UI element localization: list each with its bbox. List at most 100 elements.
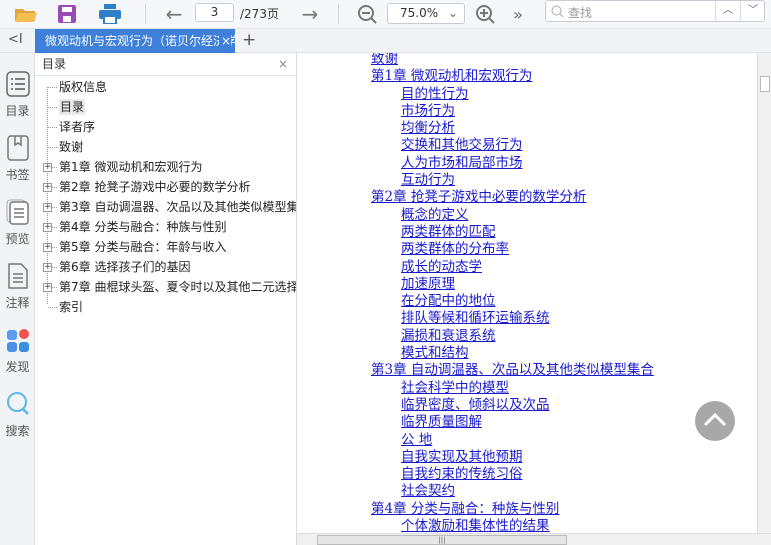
rail-item-notes[interactable]: 注释 — [0, 263, 35, 311]
section-link[interactable]: 模式和结构 — [371, 345, 654, 362]
search-next-button[interactable]: ﹀ — [740, 1, 765, 21]
zoom-out-icon[interactable] — [355, 2, 379, 26]
close-toc-icon[interactable]: × — [278, 53, 288, 76]
prev-page-icon[interactable]: ← — [162, 2, 186, 26]
section-link[interactable]: 在分配中的地位 — [371, 293, 654, 310]
toc-item[interactable]: + 第3章 自动调温器、次品以及其他类似模型集合 — [35, 197, 296, 217]
expand-icon[interactable]: + — [43, 243, 52, 252]
expand-icon[interactable]: + — [43, 283, 52, 292]
chapter-link[interactable]: 第4章 分类与融合：种族与性别 — [371, 501, 654, 518]
section-link[interactable]: 市场行为 — [371, 103, 654, 120]
expand-icon[interactable]: + — [43, 183, 52, 192]
zoom-select[interactable]: 75.0% ⌄ — [387, 3, 465, 24]
vertical-scrollbar[interactable] — [757, 53, 771, 533]
section-link[interactable]: 排队等候和循环运输系统 — [371, 310, 654, 327]
document-toc-links: 致谢 第1章 微观动机和宏观行为 目的性行为 市场行为 均衡分析 交换和其他交易行为 人为市… — [371, 53, 654, 535]
search-icon — [6, 392, 29, 415]
next-page-icon[interactable]: → — [298, 2, 322, 26]
toc-icon — [5, 71, 30, 97]
toc-item-label: 第6章 选择孩子们的基因 — [59, 260, 191, 274]
section-link[interactable]: 社会科学中的模型 — [371, 380, 654, 397]
rail-label: 书签 — [5, 168, 30, 182]
zoom-in-icon[interactable] — [473, 2, 497, 26]
section-link[interactable]: 自我约束的传统习俗 — [371, 466, 654, 483]
section-link[interactable]: 公 地 — [371, 432, 654, 449]
tab-document[interactable]: 微观动机与宏观行为（诺贝尔经济学奖得主著作）× — [35, 29, 235, 53]
expand-icon[interactable]: + — [43, 163, 52, 172]
preview-icon — [6, 199, 29, 225]
section-link[interactable]: 临界密度、倾斜以及次品 — [371, 397, 654, 414]
toolbar: ← 3 /273页 → 75.0% ⌄ » 查找 ︿ ﹀ — [0, 0, 771, 29]
rail-label: 预览 — [5, 232, 30, 246]
print-icon[interactable] — [97, 2, 123, 26]
toc-title: 目录 — [42, 57, 67, 71]
more-tools-button[interactable]: » — [508, 2, 528, 26]
section-link[interactable]: 交换和其他交易行为 — [371, 137, 654, 154]
toc-item[interactable]: 译者序 — [35, 117, 296, 137]
expand-icon[interactable]: + — [43, 203, 52, 212]
section-link[interactable]: 加速原理 — [371, 276, 654, 293]
page-number-input[interactable]: 3 — [195, 3, 234, 22]
toc-item[interactable]: + 第5章 分类与融合：年龄与收入 — [35, 237, 296, 257]
scrollbar-thumb[interactable]: ||| — [317, 535, 567, 545]
section-link[interactable]: 成长的动态学 — [371, 259, 654, 276]
toc-item[interactable]: + 第4章 分类与融合：种族与性别 — [35, 217, 296, 237]
horizontal-scrollbar[interactable]: ||| — [297, 533, 771, 545]
search-prev-button[interactable]: ︿ — [715, 1, 740, 21]
toc-item[interactable]: 版权信息 — [35, 77, 296, 97]
new-tab-button[interactable]: + — [242, 30, 256, 50]
expand-icon[interactable]: + — [43, 263, 52, 272]
chapter-link[interactable]: 致谢 — [371, 53, 654, 68]
section-link[interactable]: 临界质量图解 — [371, 414, 654, 431]
page-total: /273页 — [240, 7, 279, 21]
expand-icon[interactable]: + — [43, 223, 52, 232]
toc-item[interactable]: + 第1章 微观动机和宏观行为 — [35, 157, 296, 177]
toc-item-label: 目录 — [59, 99, 86, 115]
rail-item-search[interactable]: 搜索 — [0, 391, 35, 439]
section-link[interactable]: 两类群体的匹配 — [371, 224, 654, 241]
rail-item-toc[interactable]: 目录 — [0, 71, 35, 119]
toc-item[interactable]: 索引 — [35, 297, 296, 317]
toc-item-label: 第1章 微观动机和宏观行为 — [59, 160, 203, 174]
toc-item[interactable]: + 第6章 选择孩子们的基因 — [35, 257, 296, 277]
rail-item-preview[interactable]: 预览 — [0, 199, 35, 247]
section-link[interactable]: 概念的定义 — [371, 207, 654, 224]
section-link[interactable]: 社会契约 — [371, 483, 654, 500]
close-tab-icon[interactable]: × — [218, 29, 231, 53]
rail-label: 搜索 — [5, 424, 30, 438]
toc-item[interactable]: + 第2章 抢凳子游戏中必要的数学分析 — [35, 177, 296, 197]
search-icon — [551, 5, 564, 18]
rail-item-bookmark[interactable]: 书签 — [0, 135, 35, 183]
section-link[interactable]: 互动行为 — [371, 172, 654, 189]
left-rail: 目录 书签 预览 注释 发现 搜索 — [0, 53, 35, 545]
chevron-down-icon: ⌄ — [447, 6, 458, 20]
toc-item-label: 版权信息 — [59, 80, 108, 94]
chapter-link[interactable]: 第1章 微观动机和宏观行为 — [371, 68, 654, 85]
search-input[interactable]: 查找 — [568, 4, 592, 21]
section-link[interactable]: 人为市场和局部市场 — [371, 155, 654, 172]
toc-item[interactable]: 致谢 — [35, 137, 296, 157]
toc-item-label: 第2章 抢凳子游戏中必要的数学分析 — [59, 180, 251, 194]
collapse-sidebar-button[interactable]: <I — [8, 32, 23, 47]
toc-item[interactable]: + 第7章 曲棍球头盔、夏令时以及其他二元选择 — [35, 277, 296, 297]
scroll-to-top-button[interactable] — [695, 401, 735, 441]
open-folder-icon[interactable] — [12, 2, 40, 26]
rail-label: 发现 — [5, 360, 30, 374]
chapter-link[interactable]: 第2章 抢凳子游戏中必要的数学分析 — [371, 189, 654, 206]
toc-item-label: 第5章 分类与融合：年龄与收入 — [59, 240, 227, 254]
search-box[interactable]: 查找 ︿ ﹀ — [545, 0, 765, 22]
section-link[interactable]: 目的性行为 — [371, 86, 654, 103]
toc-item-label: 致谢 — [59, 140, 84, 154]
scrollbar-thumb[interactable] — [760, 76, 770, 92]
toc-item[interactable]: 目录 — [35, 97, 296, 117]
section-link[interactable]: 均衡分析 — [371, 120, 654, 137]
rail-item-discover[interactable]: 发现 — [0, 327, 35, 375]
section-link[interactable]: 漏损和衰退系统 — [371, 328, 654, 345]
rail-label: 目录 — [5, 104, 30, 118]
chapter-link[interactable]: 第3章 自动调温器、次品以及其他类似模型集合 — [371, 362, 654, 379]
section-link[interactable]: 自我实现及其他预期 — [371, 449, 654, 466]
save-icon[interactable] — [55, 2, 79, 26]
bookmark-icon — [6, 135, 29, 161]
section-link[interactable]: 两类群体的分布率 — [371, 241, 654, 258]
chevron-up-icon — [703, 412, 727, 427]
